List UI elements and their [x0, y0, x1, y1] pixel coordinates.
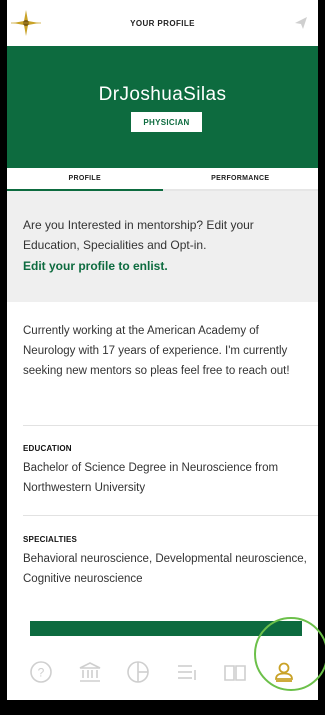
- education-text: Bachelor of Science Degree in Neuroscien…: [23, 462, 279, 494]
- nav-institution[interactable]: [75, 657, 105, 687]
- divider: [23, 515, 318, 516]
- institution-icon: [79, 662, 101, 682]
- top-bar: YOUR PROFILE: [7, 0, 318, 46]
- mentorship-banner: Are you Interested in mentorship? Edit y…: [7, 191, 318, 302]
- specialties-section: SPECIALTIES Behavioral neuroscience, Dev…: [23, 535, 311, 589]
- specialties-label: SPECIALTIES: [23, 535, 78, 544]
- pie-chart-icon: [127, 661, 150, 683]
- profile-tabs: PROFILE PERFORMANCE: [7, 168, 318, 191]
- profile-icon: [274, 662, 293, 682]
- nav-help[interactable]: ?: [26, 657, 56, 687]
- education-label: EDUCATION: [23, 444, 72, 453]
- svg-text:?: ?: [38, 666, 45, 680]
- nav-performance[interactable]: [123, 657, 153, 687]
- nav-profile[interactable]: [269, 657, 299, 687]
- enlist-link[interactable]: Edit your profile to enlist.: [23, 256, 302, 276]
- role-badge: PHYSICIAN: [131, 112, 202, 132]
- phone-screen: YOUR PROFILE DrJoshuaSilas PHYSICIAN PRO…: [7, 0, 318, 700]
- help-icon: ?: [30, 661, 53, 683]
- profile-bio: Currently working at the American Academ…: [23, 325, 290, 377]
- book-icon: [224, 665, 247, 681]
- send-icon[interactable]: [294, 16, 308, 30]
- profile-name: DrJoshuaSilas: [98, 84, 227, 105]
- nav-list[interactable]: [172, 657, 202, 687]
- nav-library[interactable]: [220, 657, 250, 687]
- profile-header: DrJoshuaSilas PHYSICIAN: [7, 46, 318, 168]
- list-icon: [177, 665, 196, 680]
- tab-performance[interactable]: PERFORMANCE: [162, 168, 318, 191]
- education-section: EDUCATION Bachelor of Science Degree in …: [23, 444, 311, 498]
- bottom-nav: ?: [7, 636, 318, 700]
- divider: [23, 425, 318, 426]
- tab-profile[interactable]: PROFILE: [7, 168, 163, 191]
- mentorship-text: Are you Interested in mentorship? Edit y…: [23, 218, 254, 252]
- page-title: YOUR PROFILE: [130, 18, 195, 28]
- specialties-text: Behavioral neuroscience, Developmental n…: [23, 553, 307, 585]
- app-logo: [11, 10, 41, 36]
